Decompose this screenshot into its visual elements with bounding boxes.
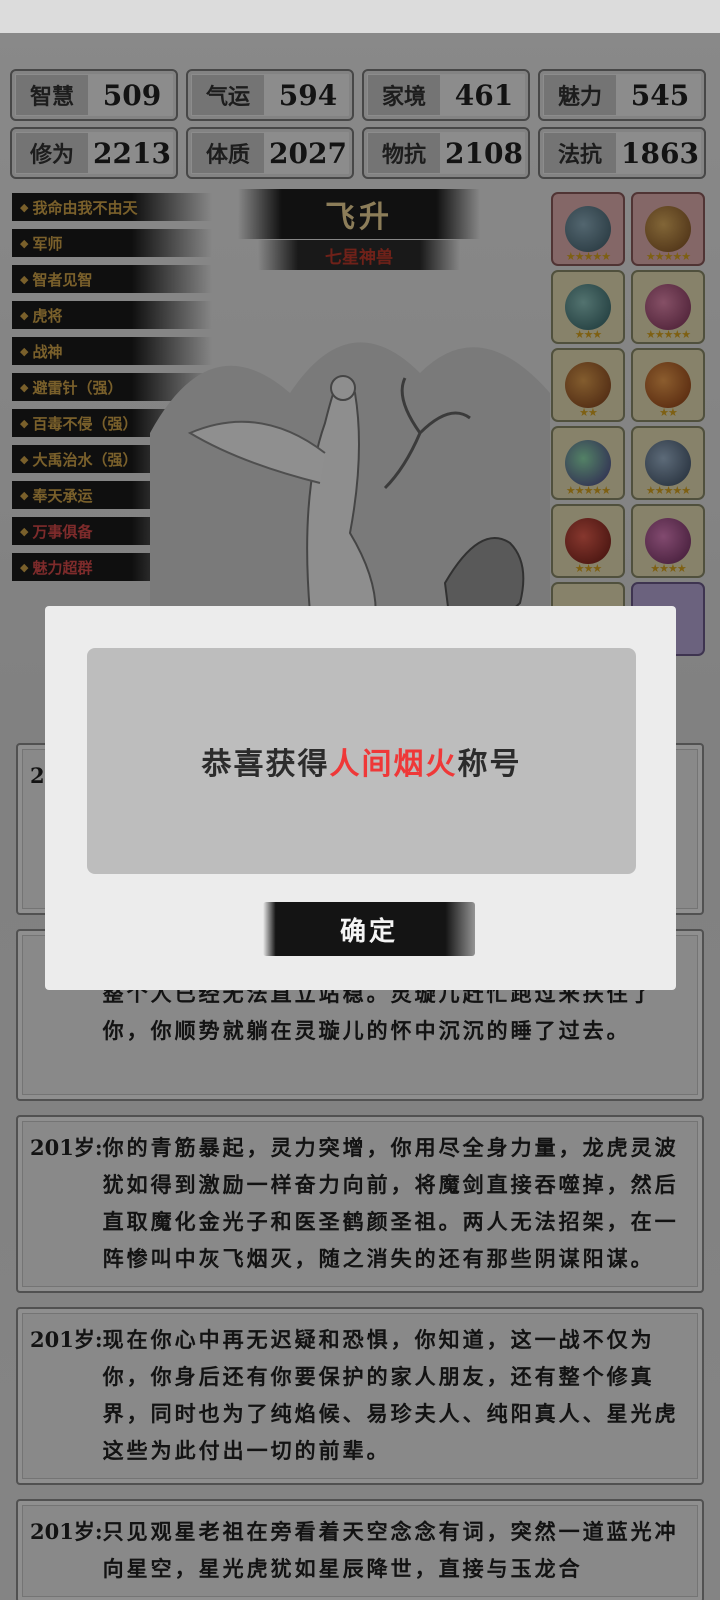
message-suffix: 称号 xyxy=(457,747,522,782)
message-prefix: 恭喜获得 xyxy=(201,747,330,782)
confirm-button[interactable]: 确定 xyxy=(263,902,475,956)
title-reward-dialog: 恭喜获得 人间烟火 称号 确定 xyxy=(45,606,676,990)
reward-message: 恭喜获得 人间烟火 称号 xyxy=(87,648,636,874)
status-bar xyxy=(0,0,720,33)
awarded-title: 人间烟火 xyxy=(329,747,458,782)
